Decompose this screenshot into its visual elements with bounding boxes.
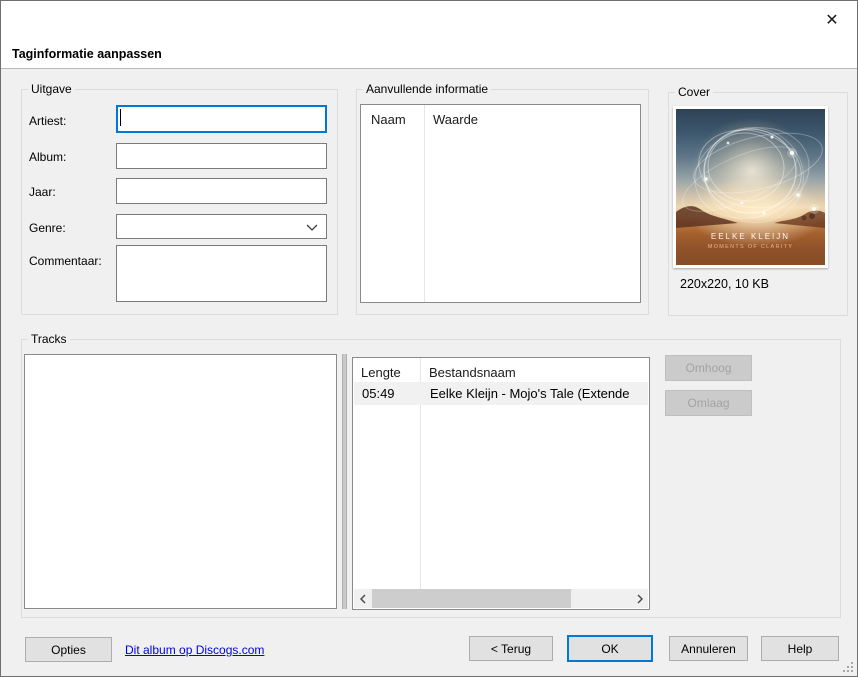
track-filename: Eelke Kleijn - Mojo's Tale (Extende: [430, 386, 630, 401]
column-divider: [424, 105, 425, 302]
album-cover-art: EELKE KLEIJN MOMENTS OF CLARITY: [676, 109, 825, 265]
group-cover-label: Cover: [675, 85, 714, 99]
chevron-down-icon: [306, 224, 318, 231]
artiest-input[interactable]: [116, 105, 327, 133]
group-tracks: Tracks Lengte Bestandsnaam 05:49 Eelke K…: [21, 332, 841, 618]
scroll-left-icon: [359, 594, 365, 603]
tracks-table[interactable]: Lengte Bestandsnaam 05:49 Eelke Kleijn -…: [352, 357, 650, 610]
scroll-right-icon: [637, 594, 643, 603]
discogs-link[interactable]: Dit album op Discogs.com: [125, 643, 264, 657]
help-button[interactable]: Help: [761, 636, 839, 661]
cover-size-info: 220x220, 10 KB: [680, 277, 769, 291]
album-label: Album:: [29, 150, 67, 164]
text-cursor: [120, 109, 121, 126]
opties-button[interactable]: Opties: [25, 637, 112, 662]
commentaar-label: Commentaar:: [29, 254, 102, 268]
column-header-bestandsnaam[interactable]: Bestandsnaam: [429, 365, 516, 380]
cover-album-text: MOMENTS OF CLARITY: [707, 244, 794, 250]
column-header-lengte[interactable]: Lengte: [361, 365, 401, 380]
album-input[interactable]: [116, 143, 327, 169]
genre-label: Genre:: [29, 221, 66, 235]
track-row[interactable]: 05:49 Eelke Kleijn - Mojo's Tale (Extend…: [354, 382, 648, 405]
annuleren-button[interactable]: Annuleren: [669, 636, 748, 661]
jaar-input[interactable]: [116, 178, 327, 204]
cover-artwork-graphic: [676, 117, 825, 228]
jaar-label: Jaar:: [29, 185, 56, 199]
group-aanvullende-label: Aanvullende informatie: [363, 82, 492, 96]
commentaar-textarea[interactable]: [116, 245, 327, 302]
artiest-label: Artiest:: [29, 114, 67, 128]
tag-edit-dialog: Taginformatie aanpassen ✕ Uitgave Arties…: [0, 0, 858, 677]
cover-artist-text: EELKE KLEIJN: [710, 232, 791, 241]
scrollbar-thumb[interactable]: [372, 589, 571, 608]
scroll-right-button[interactable]: [631, 589, 648, 608]
resize-grip-icon[interactable]: [842, 661, 854, 673]
group-aanvullende-informatie: Aanvullende informatie Naam Waarde: [356, 82, 649, 315]
horizontal-scrollbar[interactable]: [354, 589, 648, 608]
group-cover: Cover EELKE KLEIJN MOMENTS OF CLARITY 22…: [668, 85, 848, 316]
dialog-header: Taginformatie aanpassen ✕: [1, 1, 857, 69]
column-header-waarde[interactable]: Waarde: [433, 112, 478, 127]
scroll-left-button[interactable]: [354, 589, 371, 608]
column-header-naam[interactable]: Naam: [371, 112, 406, 127]
terug-button[interactable]: < Terug: [469, 636, 553, 661]
ok-button[interactable]: OK: [567, 635, 653, 662]
dialog-title: Taginformatie aanpassen: [12, 47, 162, 61]
omlaag-button[interactable]: Omlaag: [665, 390, 752, 416]
genre-select[interactable]: [116, 214, 327, 239]
album-cover-image: EELKE KLEIJN MOMENTS OF CLARITY: [673, 106, 828, 268]
group-uitgave: Uitgave Artiest: Album: Jaar: Genre: Com…: [21, 82, 338, 315]
track-length: 05:49: [362, 386, 395, 401]
extra-info-listview[interactable]: Naam Waarde: [360, 104, 641, 303]
close-icon[interactable]: ✕: [819, 9, 845, 33]
tracks-listbox[interactable]: [24, 354, 337, 609]
group-tracks-label: Tracks: [28, 332, 70, 346]
splitter-handle[interactable]: [342, 354, 347, 609]
omhoog-button[interactable]: Omhoog: [665, 355, 752, 381]
group-uitgave-label: Uitgave: [28, 82, 75, 96]
